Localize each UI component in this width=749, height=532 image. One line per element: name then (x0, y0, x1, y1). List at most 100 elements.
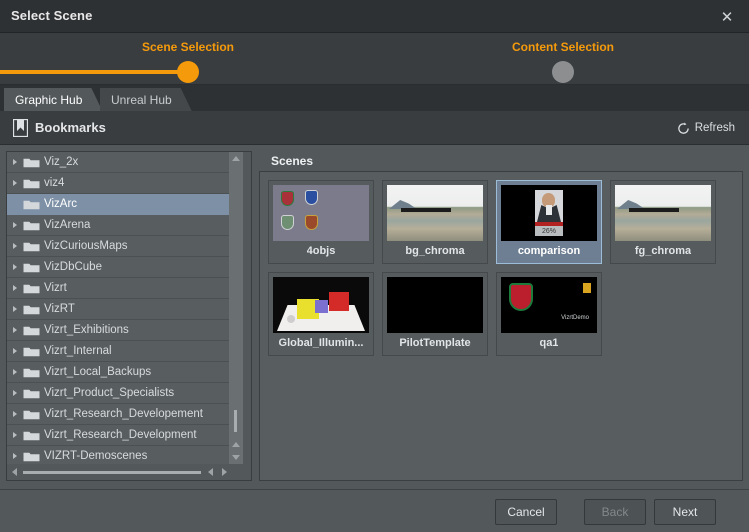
scene-thumbnail: VizrtDemo (501, 277, 597, 333)
tree-item-label: VizCuriousMaps (44, 240, 128, 252)
tree-item-viz-2x[interactable]: Viz_2x (7, 152, 237, 173)
tree-scroll-left-arrow-2[interactable] (203, 464, 217, 480)
scene-name-label: PilotTemplate (399, 337, 470, 349)
crest-icon (305, 215, 318, 230)
refresh-button[interactable]: Refresh (671, 118, 741, 138)
tree-item-viz4[interactable]: viz4 (7, 173, 237, 194)
tree-item-vizarc[interactable]: VizArc (7, 194, 237, 215)
expand-arrow-icon[interactable] (7, 432, 23, 438)
scene-name-label: 4objs (307, 245, 336, 257)
bookmarks-title: Bookmarks (35, 120, 106, 135)
expand-arrow-icon[interactable] (7, 453, 23, 459)
tree-item-vizrt-exhibitions[interactable]: Vizrt_Exhibitions (7, 320, 237, 341)
step-dot-content-selection[interactable] (552, 61, 574, 83)
expand-arrow-icon[interactable] (7, 243, 23, 249)
expand-arrow-icon[interactable] (7, 264, 23, 270)
tree-item-label: VizArena (44, 219, 90, 231)
expand-arrow-icon[interactable] (7, 390, 23, 396)
scene-name-label: qa1 (540, 337, 559, 349)
crest-icon (281, 191, 294, 206)
folder-icon (23, 451, 40, 462)
percentage-overlay: 26% (535, 226, 563, 236)
window-title-bar: Select Scene ✕ (0, 0, 749, 33)
expand-arrow-icon[interactable] (7, 222, 23, 228)
scene-tile-4objs[interactable]: 4objs (268, 180, 374, 264)
bookmarks-tree-list[interactable]: Viz_2x viz4 VizArc VizArena VizCuriousMaps Vi… (7, 152, 237, 464)
folder-icon (23, 388, 40, 399)
tree-vertical-scrollbar[interactable] (229, 152, 243, 464)
folder-icon (23, 157, 40, 168)
tree-scroll-down-arrow[interactable] (229, 451, 243, 464)
folder-icon (23, 325, 40, 336)
expand-arrow-icon[interactable] (7, 159, 23, 165)
expand-arrow-icon[interactable] (7, 180, 23, 186)
tree-item-label: Vizrt_Internal (44, 345, 112, 357)
lower-third-card: 26% (535, 190, 563, 236)
tree-item-vizrt-local-backups[interactable]: Vizrt_Local_Backups (7, 362, 237, 383)
folder-icon (23, 367, 40, 378)
folder-icon (23, 283, 40, 294)
scene-tile-comparison[interactable]: 26%comparison (496, 180, 602, 264)
scene-tile-pilottemplate[interactable]: PilotTemplate (382, 272, 488, 356)
scene-thumbnail (273, 185, 369, 241)
scene-tile-bg-chroma[interactable]: bg_chroma (382, 180, 488, 264)
expand-arrow-icon[interactable] (7, 369, 23, 375)
close-icon[interactable]: ✕ (705, 0, 749, 33)
tree-scroll-right-arrow[interactable] (217, 464, 231, 480)
tree-item-vizarena[interactable]: VizArena (7, 215, 237, 236)
tree-vertical-scroll-thumb[interactable] (234, 410, 237, 432)
tree-scroll-up-arrow[interactable] (229, 152, 243, 165)
cube-shape (315, 300, 328, 313)
tree-item-label: Vizrt_Product_Specialists (44, 387, 174, 399)
folder-icon (23, 262, 40, 273)
tree-scroll-up-arrow-2[interactable] (229, 438, 243, 451)
tab-graphic-hub[interactable]: Graphic Hub (4, 88, 102, 111)
scene-tile-global-illumin-[interactable]: Global_Illumin... (268, 272, 374, 356)
expand-arrow-icon[interactable] (7, 327, 23, 333)
tab-scenes[interactable]: Scenes (261, 151, 331, 171)
scene-name-label: Global_Illumin... (279, 337, 364, 349)
folder-icon (23, 409, 40, 420)
folder-icon (23, 199, 40, 210)
scene-grid: 4objs bg_chroma26%comparison fg_chroma Glob… (268, 180, 734, 356)
step-dot-scene-selection[interactable] (177, 61, 199, 83)
tree-item-label: Vizrt_Exhibitions (44, 324, 129, 336)
tree-item-label: Vizrt_Research_Developement (44, 408, 203, 420)
expand-arrow-icon[interactable] (7, 348, 23, 354)
scene-tile-fg-chroma[interactable]: fg_chroma (610, 180, 716, 264)
step-label-content-selection: Content Selection (512, 40, 614, 54)
bookmarks-header: Bookmarks Refresh (0, 111, 749, 145)
tree-horizontal-scrollbar[interactable] (7, 464, 251, 480)
scene-name-label: fg_chroma (635, 245, 691, 257)
expand-arrow-icon[interactable] (7, 411, 23, 417)
tree-item-vizrt-research-developement[interactable]: Vizrt_Research_Developement (7, 404, 237, 425)
tree-item-vizrt-demoscenes[interactable]: VIZRT-Demoscenes (7, 446, 237, 464)
crest-icon (305, 190, 318, 205)
tree-item-vizdbcube[interactable]: VizDbCube (7, 257, 237, 278)
next-button[interactable]: Next (654, 499, 716, 525)
step-label-scene-selection: Scene Selection (142, 40, 234, 54)
crest-icon (281, 215, 294, 230)
tree-item-vizrt[interactable]: Vizrt (7, 278, 237, 299)
tree-horizontal-scroll-thumb[interactable] (23, 471, 201, 474)
cancel-button[interactable]: Cancel (495, 499, 557, 525)
tab-unreal-hub[interactable]: Unreal Hub (100, 88, 192, 111)
tree-item-vizrt-internal[interactable]: Vizrt_Internal (7, 341, 237, 362)
tree-item-label: VIZRT-Demoscenes (44, 450, 147, 462)
scene-thumbnail (387, 277, 483, 333)
tree-item-vizrt-research-development[interactable]: Vizrt_Research_Development (7, 425, 237, 446)
tree-item-label: viz4 (44, 177, 64, 189)
tree-item-label: VizRT (44, 303, 75, 315)
scene-tile-qa1[interactable]: VizrtDemo qa1 (496, 272, 602, 356)
tree-item-vizrt[interactable]: VizRT (7, 299, 237, 320)
tree-item-vizcuriousmaps[interactable]: VizCuriousMaps (7, 236, 237, 257)
bookmark-icon (13, 119, 28, 137)
expand-arrow-icon[interactable] (7, 306, 23, 312)
expand-arrow-icon[interactable] (7, 285, 23, 291)
tree-scroll-left-arrow[interactable] (7, 464, 21, 480)
back-button: Back (584, 499, 646, 525)
tree-item-vizrt-product-specialists[interactable]: Vizrt_Product_Specialists (7, 383, 237, 404)
dialog-footer: Cancel Back Next (0, 489, 749, 532)
scene-overlay-text: VizrtDemo (561, 315, 589, 321)
tree-item-label: VizDbCube (44, 261, 102, 273)
